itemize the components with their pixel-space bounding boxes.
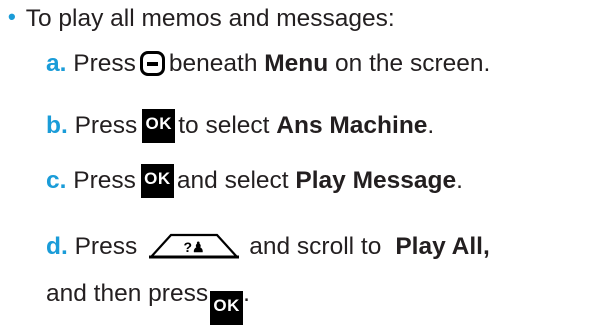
ok-key-icon: OK	[210, 291, 244, 325]
step-text: Press	[73, 50, 136, 77]
intro-line: • To play all memos and messages:	[8, 4, 395, 34]
bullet: •	[8, 4, 16, 29]
directory-nav-key-icon: ?♟	[149, 232, 240, 268]
step-text: Press	[74, 112, 138, 139]
step-c: c. Press OK and select Play Message.	[46, 164, 463, 198]
step-text: .	[427, 112, 435, 139]
step-text: and scroll to	[249, 233, 382, 260]
step-d-continued: and then press OK.	[46, 279, 250, 325]
step-letter: d.	[46, 233, 68, 260]
svg-text:?♟: ?♟	[184, 239, 205, 255]
step-b: b. Press OK to select Ans Machine.	[46, 109, 434, 143]
step-bold-term: Play Message	[295, 167, 457, 194]
step-bold-term: Play All,	[395, 233, 490, 260]
step-text: .	[243, 280, 250, 307]
step-text: and then press	[46, 280, 209, 307]
ok-key-icon: OK	[140, 164, 174, 198]
step-letter: b.	[46, 112, 68, 139]
step-text: and select	[176, 167, 289, 194]
step-text: Press	[73, 167, 136, 194]
menu-softkey-icon	[139, 51, 165, 76]
ok-key-icon: OK	[142, 109, 176, 143]
step-bold-term: Ans Machine	[276, 112, 428, 139]
intro-text: To play all memos and messages:	[25, 5, 395, 32]
step-text: .	[456, 167, 463, 194]
step-text: on the screen.	[335, 50, 491, 77]
step-text: to select	[178, 112, 270, 139]
step-letter: c.	[46, 167, 67, 194]
step-a: a. Press beneath Menu on the screen.	[46, 49, 490, 79]
step-text: Press	[74, 233, 138, 260]
step-bold-term: Menu	[264, 50, 329, 77]
step-d: d. Press ?♟ and scroll to Play All,	[46, 232, 490, 268]
step-letter: a.	[46, 50, 67, 77]
step-text: beneath	[168, 50, 258, 77]
